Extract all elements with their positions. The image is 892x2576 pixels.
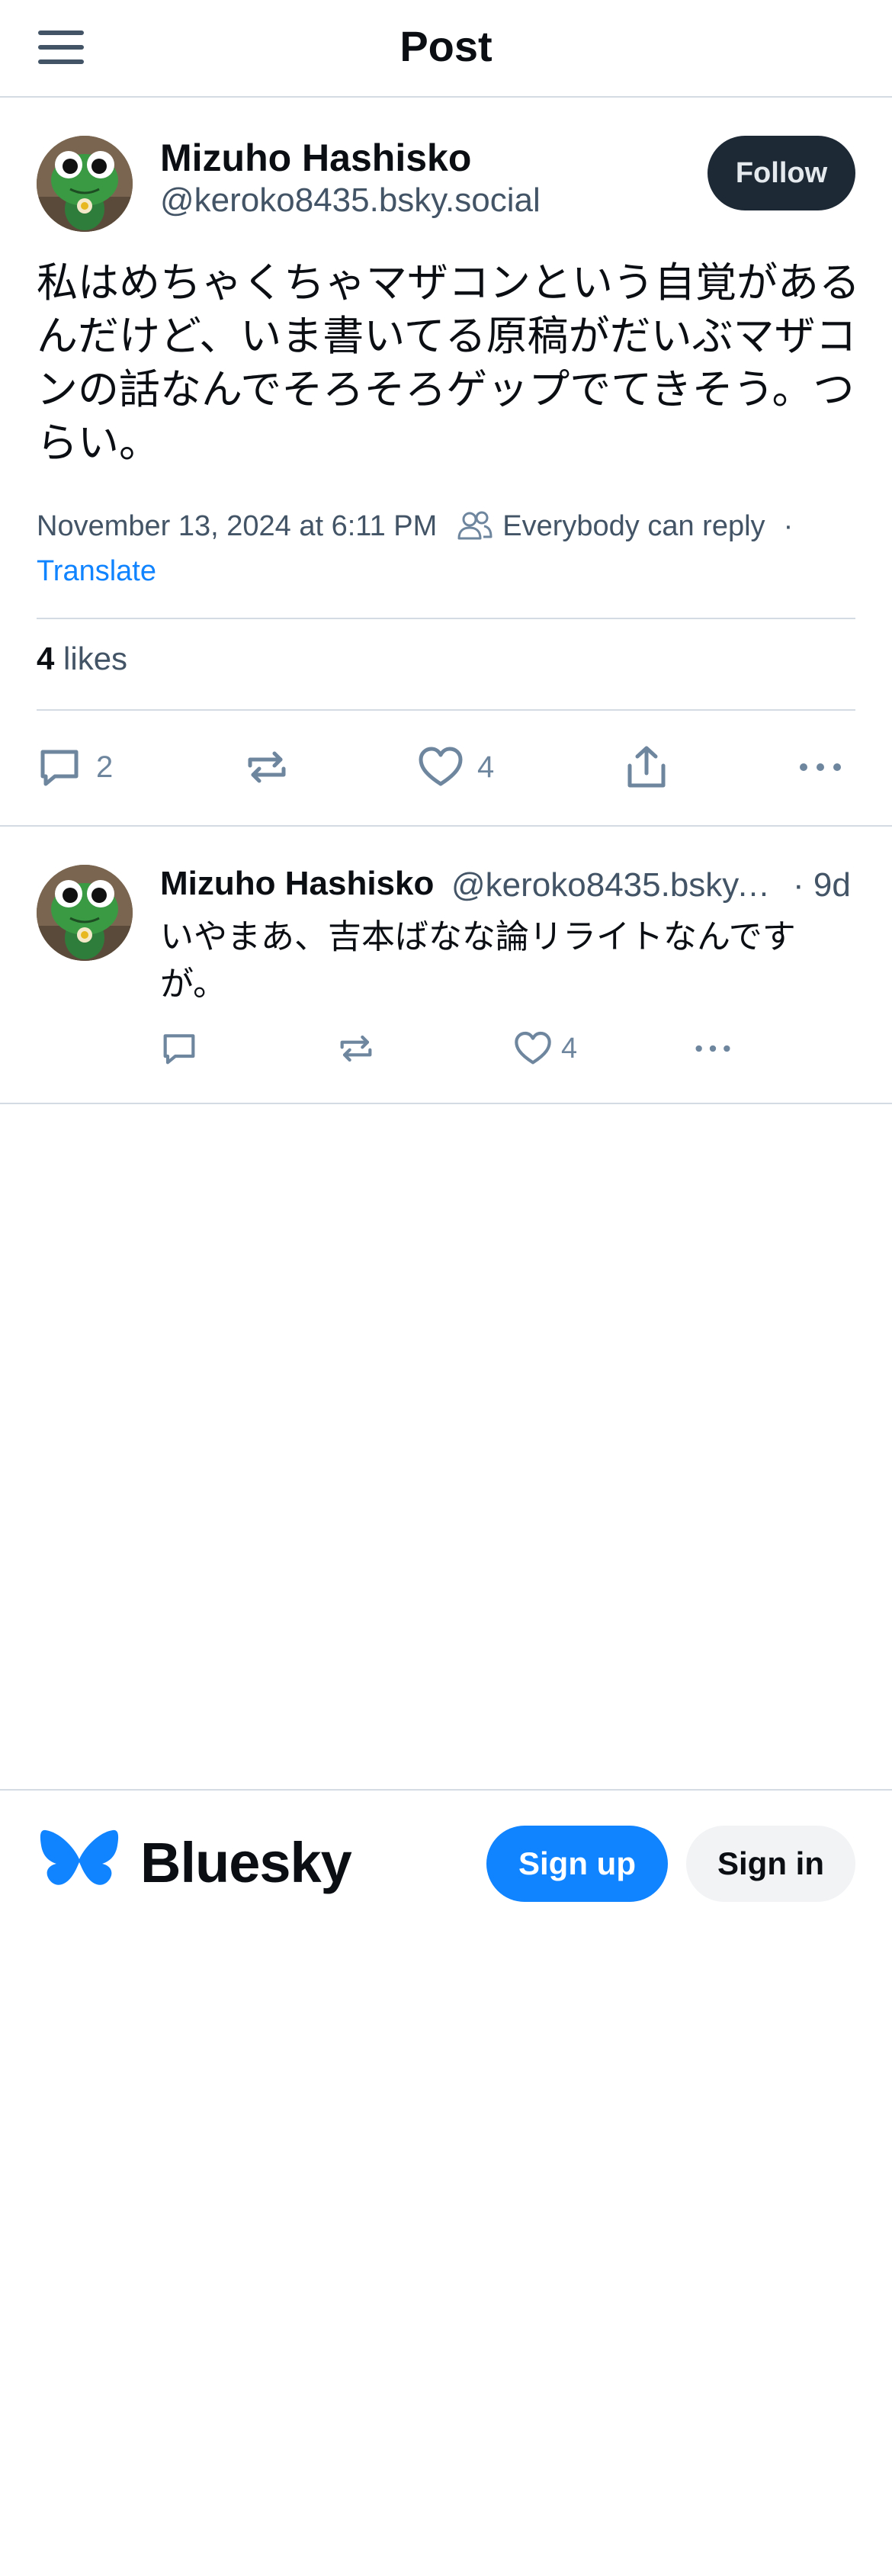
sign-up-button[interactable]: Sign up (486, 1826, 668, 1902)
reply-author-handle[interactable]: @keroko8435.bsky.social (451, 866, 779, 904)
like-button[interactable]: 4 (418, 744, 494, 790)
meta-separator: · (783, 509, 794, 542)
reply-post[interactable]: Mizuho Hashisko @keroko8435.bsky.social … (0, 828, 892, 1104)
footer-bar: Bluesky Sign up Sign in (0, 1789, 892, 1926)
share-button[interactable] (624, 744, 669, 790)
reply-repost-button[interactable] (337, 1029, 375, 1068)
likes-count: 4 (37, 641, 55, 676)
author-avatar[interactable] (37, 136, 133, 232)
brand-name: Bluesky (140, 1831, 352, 1894)
main-post: Mizuho Hashisko @keroko8435.bsky.social … (0, 99, 892, 827)
comment-icon (40, 750, 79, 786)
reply-author-name[interactable]: Mizuho Hashisko (160, 865, 434, 903)
repost-icon (340, 1035, 372, 1062)
reply-like-count: 4 (561, 1032, 578, 1065)
page-title: Post (399, 22, 493, 70)
translate-link[interactable]: Translate (37, 555, 156, 588)
post-date[interactable]: November 13, 2024 at 6:11 PM (37, 510, 437, 543)
more-dots-icon (695, 1045, 730, 1052)
butterfly-logo-icon (40, 1827, 119, 1900)
follow-button[interactable]: Follow (708, 136, 855, 210)
heart-icon (515, 1031, 551, 1065)
frog-avatar-image (37, 136, 133, 232)
repost-button[interactable] (244, 744, 290, 790)
people-icon (457, 509, 493, 543)
reply-reply-button[interactable] (160, 1029, 198, 1068)
reply-timestamp: · 9d (793, 866, 851, 904)
share-icon (627, 746, 666, 788)
top-bar: Post (0, 0, 892, 98)
author-name[interactable]: Mizuho Hashisko (160, 136, 471, 180)
divider (37, 618, 855, 619)
sign-in-button[interactable]: Sign in (686, 1826, 855, 1902)
likes-label: likes (63, 641, 128, 676)
more-options-button[interactable] (797, 744, 843, 790)
reply-setting: Everybody can reply (502, 509, 765, 542)
likes-summary[interactable]: 4 likes (37, 641, 127, 677)
reply-more-options-button[interactable] (694, 1029, 732, 1068)
author-handle[interactable]: @keroko8435.bsky.social (160, 181, 541, 220)
reply-text: いやまあ、吉本ばなな論リライトなんですが。 (160, 918, 796, 1003)
repost-icon (248, 751, 286, 783)
frog-avatar-image (37, 865, 133, 961)
like-count: 4 (477, 750, 495, 784)
reply-count: 2 (96, 750, 114, 784)
comment-icon (163, 1034, 195, 1065)
reply-author-avatar[interactable] (37, 865, 133, 961)
post-meta: November 13, 2024 at 6:11 PM Everybody c… (37, 503, 793, 549)
reply-like-button[interactable]: 4 (514, 1029, 577, 1068)
reply-button[interactable]: 2 (37, 744, 113, 790)
more-dots-icon (800, 763, 841, 771)
heart-icon (419, 747, 463, 786)
post-text: 私はめちゃくちゃマザコンという自覚があるんだけど、いま書いてる原稿がだいぶマザコ… (37, 260, 860, 466)
divider (37, 709, 855, 711)
